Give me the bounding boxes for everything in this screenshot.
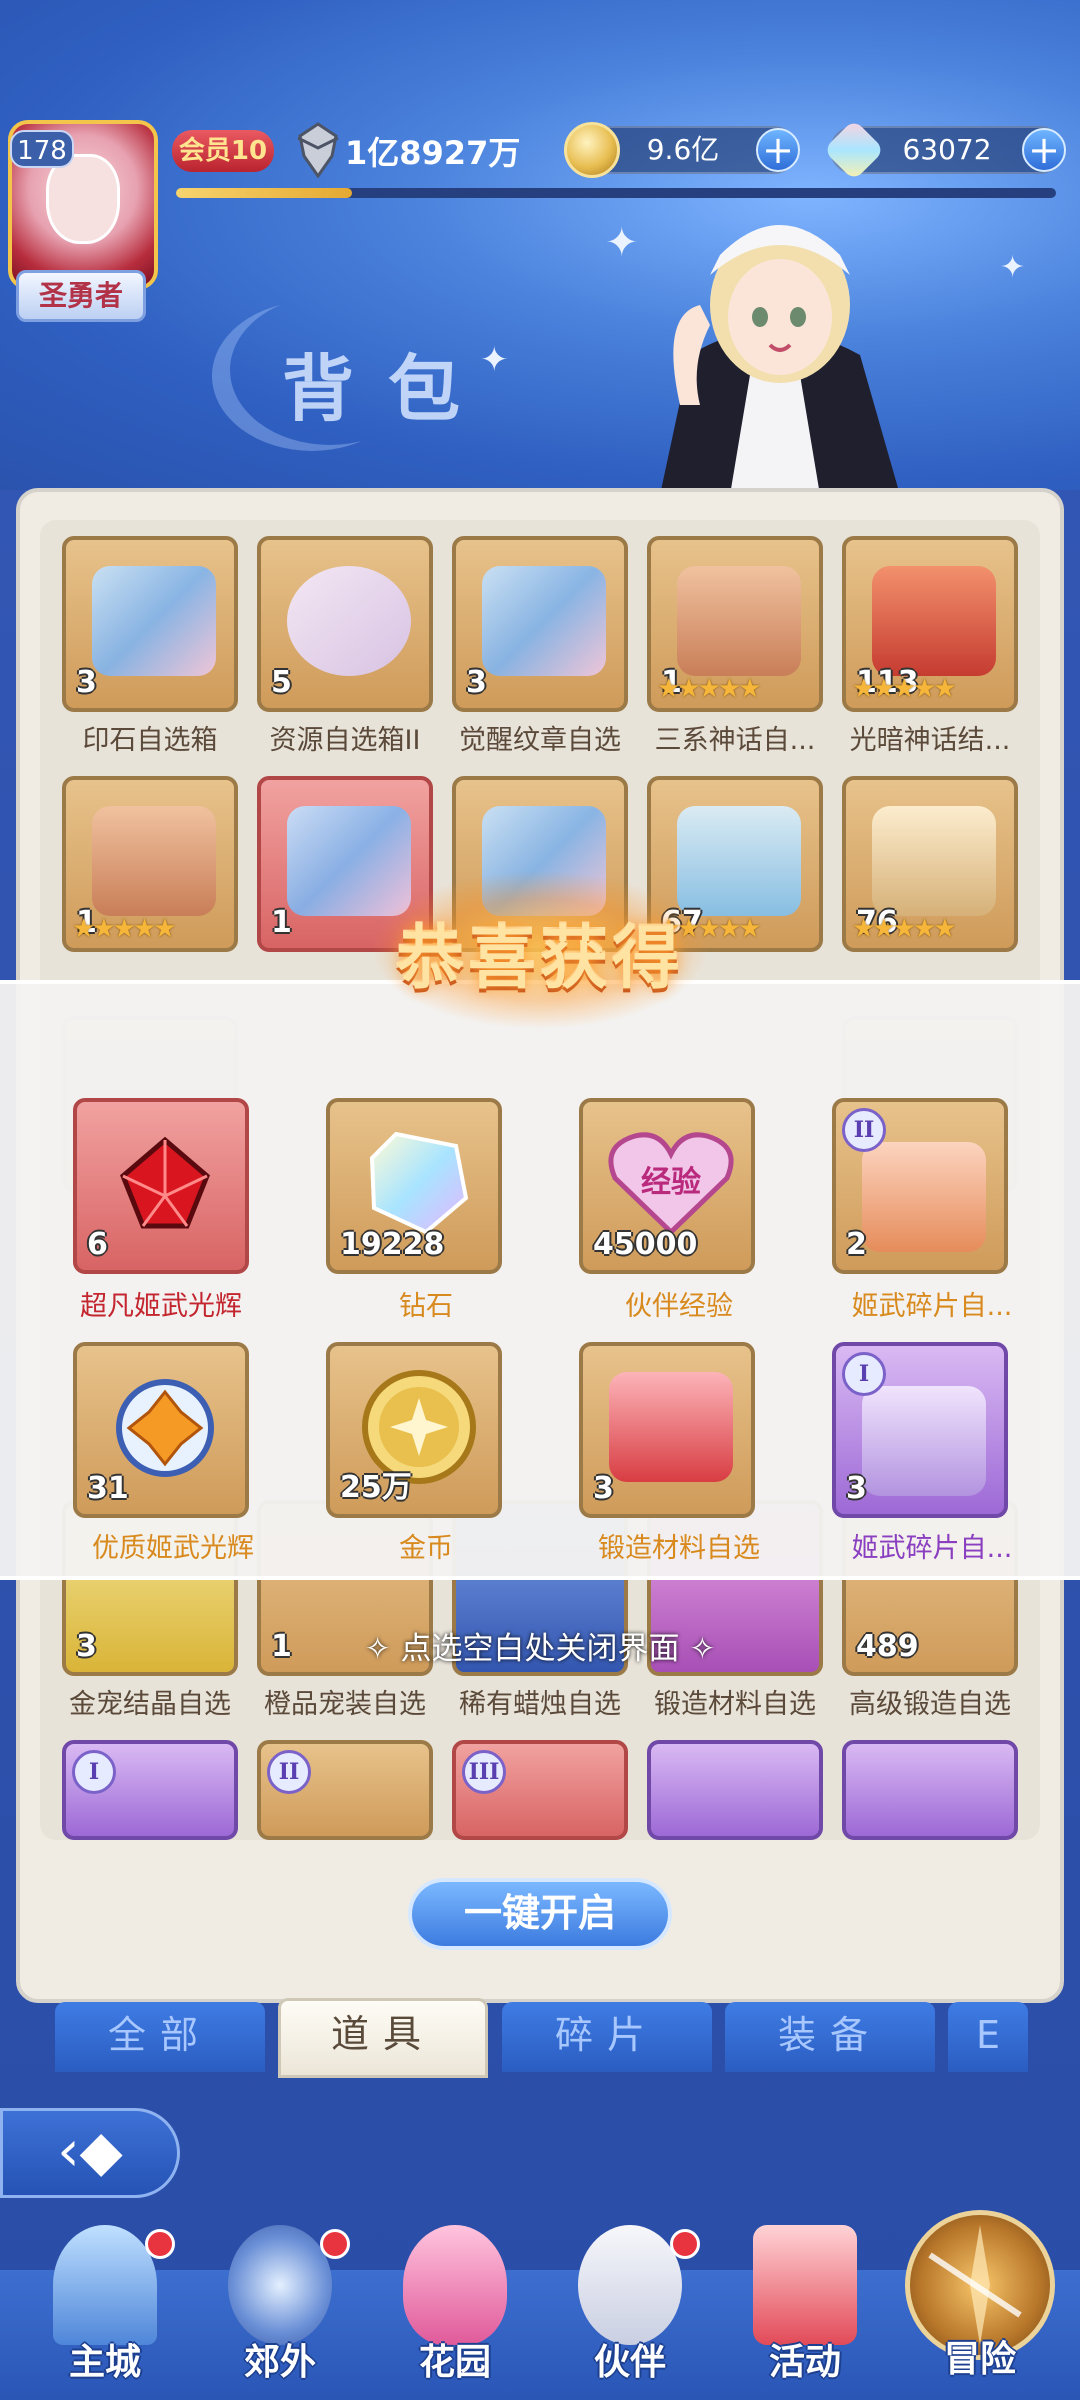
orange-crystal-icon — [116, 1379, 214, 1477]
reward-item-slot[interactable]: 3 — [579, 1342, 755, 1518]
fragment-box-icon — [862, 1142, 986, 1252]
reward-item-label: 优质姬武光辉 — [92, 1533, 254, 1564]
reward-title: 恭喜获得 — [395, 920, 684, 999]
reward-item-label: 超凡姬武光辉 — [80, 1291, 242, 1322]
reward-item-slot[interactable]: 经验 45000 — [579, 1098, 755, 1274]
tier-badge: I — [842, 1352, 886, 1396]
forge-chest-icon — [609, 1372, 733, 1482]
reward-item-label: 伙伴经验 — [625, 1291, 733, 1322]
sparkle-icon: ✧ — [364, 1631, 391, 1667]
tier-badge: II — [842, 1108, 886, 1152]
sparkle-icon: ✧ — [689, 1631, 716, 1667]
reward-item-slot[interactable]: 25万 — [326, 1342, 502, 1518]
experience-heart-icon: 经验 — [608, 1132, 734, 1236]
exp-stamp-text: 经验 — [641, 1165, 701, 1200]
reward-item-label: 金币 — [399, 1533, 453, 1564]
reward-item-slot[interactable]: II 2 — [832, 1098, 1008, 1274]
close-hint: ✧ 点选空白处关闭界面 ✧ — [0, 1623, 1080, 1668]
red-gem-icon — [120, 1136, 210, 1229]
reward-item-label: 锻造材料自选 — [598, 1533, 760, 1564]
diamond-icon — [369, 1131, 469, 1235]
reward-item-slot[interactable]: 19228 — [326, 1098, 502, 1274]
reward-item-label: 姬武碎片自... — [851, 1291, 1013, 1322]
reward-item-label: 钻石 — [399, 1291, 453, 1322]
reward-item-slot[interactable]: 6 — [73, 1098, 249, 1274]
reward-item-label: 姬武碎片自... — [851, 1533, 1013, 1564]
reward-item-slot[interactable]: 31 — [73, 1342, 249, 1518]
fragment-box-icon — [862, 1386, 986, 1496]
reward-item-slot[interactable]: I 3 — [832, 1342, 1008, 1518]
close-hint-text: 点选空白处关闭界面 — [400, 1631, 680, 1667]
